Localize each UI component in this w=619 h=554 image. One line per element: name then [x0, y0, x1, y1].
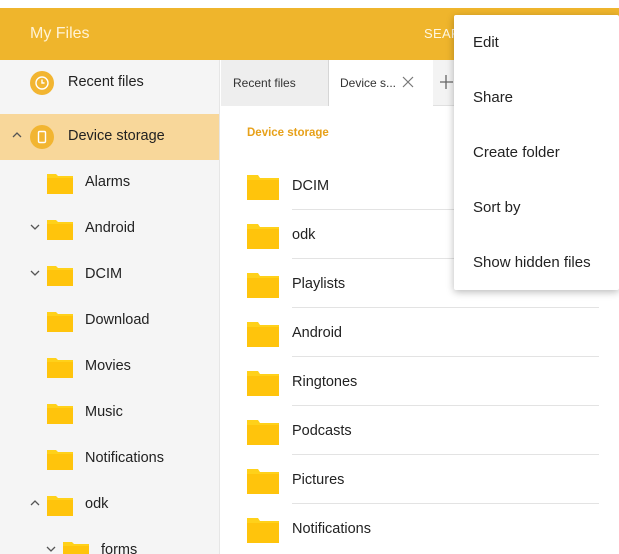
sidebar-item-android[interactable]: Android: [0, 206, 219, 252]
add-tab-button[interactable]: [439, 73, 453, 91]
folder-icon: [47, 356, 73, 378]
folder-icon: [247, 418, 279, 445]
tab-label: Recent files: [233, 76, 296, 90]
sidebar-item-dcim[interactable]: DCIM: [0, 252, 219, 298]
sidebar-item-download[interactable]: Download: [0, 298, 219, 344]
tab-device-storage[interactable]: Device s...: [329, 60, 433, 106]
list-item[interactable]: Android: [247, 308, 599, 357]
menu-item-label: Sort by: [473, 199, 521, 216]
sidebar-item-alarms[interactable]: Alarms: [0, 160, 219, 206]
folder-icon: [247, 222, 279, 249]
overflow-menu: Edit Share Create folder Sort by Show hi…: [454, 15, 619, 290]
menu-item-show-hidden-files[interactable]: Show hidden files: [454, 235, 619, 290]
sidebar-item-label: Recent files: [68, 74, 144, 90]
sidebar: Recent files Device storage Alarms Andro…: [0, 60, 220, 554]
sidebar-item-label: Music: [85, 404, 123, 420]
sidebar-item-label: odk: [85, 496, 109, 512]
sidebar-item-odk[interactable]: odk: [0, 482, 219, 528]
folder-icon: [47, 310, 73, 332]
list-item[interactable]: Ringtones: [247, 357, 599, 406]
sidebar-item-label: forms: [101, 542, 138, 554]
app-title: My Files: [30, 25, 90, 42]
folder-icon: [47, 264, 73, 286]
close-icon[interactable]: [401, 75, 415, 89]
folder-name: Notifications: [292, 521, 371, 537]
sidebar-item-movies[interactable]: Movies: [0, 344, 219, 390]
list-item[interactable]: Notifications: [247, 504, 599, 553]
folder-icon: [247, 369, 279, 396]
folder-name: Ringtones: [292, 374, 358, 390]
folder-name: DCIM: [292, 178, 330, 194]
chevron-down-icon[interactable]: [44, 542, 58, 554]
folder-icon: [247, 467, 279, 494]
list-item[interactable]: Pictures: [247, 455, 599, 504]
sidebar-item-notifications[interactable]: Notifications: [0, 436, 219, 482]
menu-item-label: Show hidden files: [473, 254, 591, 271]
list-item[interactable]: Podcasts: [247, 406, 599, 455]
folder-name: odk: [292, 227, 316, 243]
sidebar-item-forms[interactable]: forms: [0, 528, 219, 554]
sidebar-item-label: Android: [85, 220, 135, 236]
menu-item-create-folder[interactable]: Create folder: [454, 125, 619, 180]
menu-item-edit[interactable]: Edit: [454, 15, 619, 70]
folder-name: Android: [292, 325, 342, 341]
folder-icon: [47, 494, 73, 516]
menu-item-label: Edit: [473, 34, 499, 51]
breadcrumb[interactable]: Device storage: [247, 127, 329, 139]
sidebar-item-music[interactable]: Music: [0, 390, 219, 436]
sidebar-item-label: Download: [85, 312, 150, 328]
tab-recent-files[interactable]: Recent files: [221, 60, 329, 106]
folder-name: Podcasts: [292, 423, 352, 439]
menu-item-share[interactable]: Share: [454, 70, 619, 125]
sidebar-item-label: Device storage: [68, 128, 165, 144]
menu-item-label: Share: [473, 89, 514, 106]
menu-item-sort-by[interactable]: Sort by: [454, 180, 619, 235]
sidebar-item-label: Alarms: [85, 174, 131, 190]
chevron-up-icon[interactable]: [10, 128, 24, 142]
sidebar-item-label: DCIM: [85, 266, 123, 282]
folder-icon: [63, 540, 89, 554]
tab-label: Device s...: [340, 76, 397, 90]
sidebar-item-label: Notifications: [85, 450, 164, 466]
folder-icon: [247, 516, 279, 543]
folder-name: Playlists: [292, 276, 346, 292]
menu-item-label: Create folder: [473, 144, 560, 161]
sidebar-item-label: Movies: [85, 358, 131, 374]
chevron-up-icon[interactable]: [28, 496, 42, 510]
chevron-down-icon[interactable]: [28, 266, 42, 280]
folder-icon: [47, 402, 73, 424]
chevron-down-icon[interactable]: [28, 220, 42, 234]
folder-icon: [47, 172, 73, 194]
folder-icon: [47, 448, 73, 470]
sidebar-item-device-storage[interactable]: Device storage: [0, 114, 219, 160]
clock-icon: [30, 71, 54, 95]
folder-name: Pictures: [292, 472, 345, 488]
folder-icon: [247, 271, 279, 298]
folder-icon: [247, 173, 279, 200]
sidebar-item-recent-files[interactable]: Recent files: [0, 60, 219, 106]
phone-icon: [30, 125, 54, 149]
folder-icon: [47, 218, 73, 240]
folder-icon: [247, 320, 279, 347]
